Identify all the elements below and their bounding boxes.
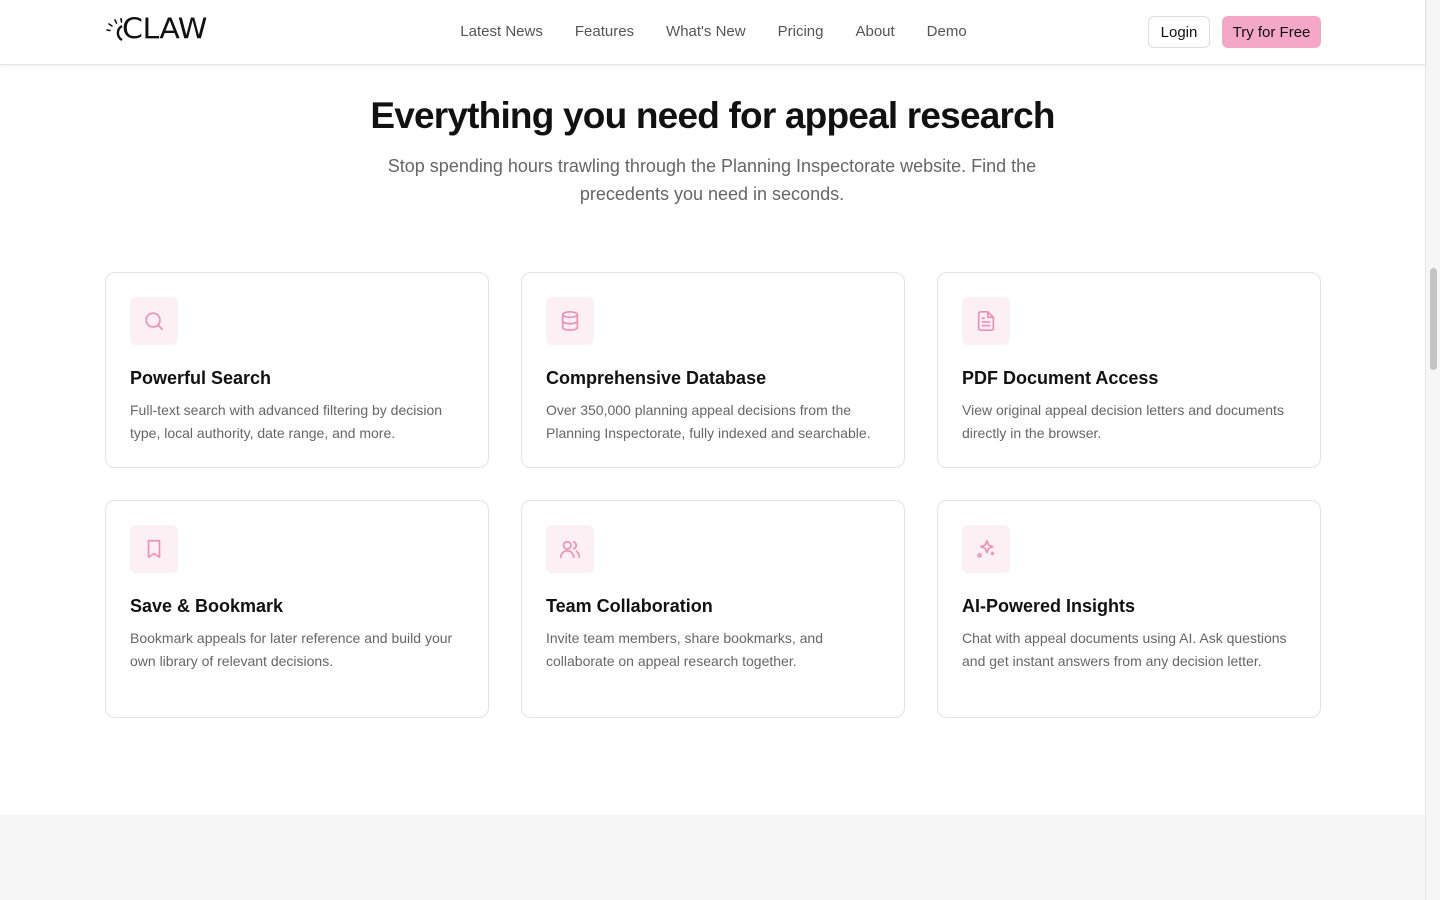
page-scrollbar[interactable]	[1425, 0, 1440, 900]
feature-title: PDF Document Access	[962, 368, 1159, 388]
nav-features[interactable]: Features	[575, 22, 634, 42]
document-icon	[962, 297, 1010, 345]
scrollbar-thumb[interactable]	[1430, 268, 1437, 370]
users-icon	[546, 525, 594, 573]
feature-card-search: Powerful Search Full-text search with ad…	[105, 272, 489, 468]
features-grid: Powerful Search Full-text search with ad…	[105, 272, 1321, 718]
feature-title: Save & Bookmark	[130, 596, 284, 616]
feature-title: Team Collaboration	[546, 596, 713, 616]
feature-title: Comprehensive Database	[546, 368, 767, 388]
feature-description: Over 350,000 planning appeal decisions f…	[546, 402, 871, 441]
sparkles-icon	[962, 525, 1010, 573]
feature-title: Powerful Search	[130, 368, 272, 388]
bookmark-icon	[130, 525, 178, 573]
next-section-band	[0, 814, 1425, 900]
nav-latest-news[interactable]: Latest News	[460, 22, 543, 42]
main-nav: Latest News Features What's New Pricing …	[0, 22, 1425, 42]
site-header: CLAW Latest News Features What's New Pri…	[0, 0, 1425, 65]
section-subtitle: Stop spending hours trawling through the…	[387, 156, 1037, 204]
try-for-free-button[interactable]: Try for Free	[1222, 16, 1321, 48]
feature-description: View original appeal decision letters an…	[962, 402, 1284, 441]
feature-card-team: Team Collaboration Invite team members, …	[521, 500, 905, 718]
feature-title: AI-Powered Insights	[962, 596, 1136, 616]
feature-card-ai: AI-Powered Insights Chat with appeal doc…	[937, 500, 1321, 718]
section-title: Everything you need for appeal research	[370, 95, 1055, 136]
database-icon	[546, 297, 594, 345]
nav-whats-new[interactable]: What's New	[666, 22, 746, 42]
feature-card-database: Comprehensive Database Over 350,000 plan…	[521, 272, 905, 468]
nav-demo[interactable]: Demo	[927, 22, 967, 42]
feature-description: Chat with appeal documents using AI. Ask…	[962, 630, 1287, 669]
feature-card-pdf: PDF Document Access View original appeal…	[937, 272, 1321, 468]
feature-description: Invite team members, share bookmarks, an…	[546, 630, 824, 669]
feature-card-bookmark: Save & Bookmark Bookmark appeals for lat…	[105, 500, 489, 718]
feature-description: Full-text search with advanced filtering…	[130, 402, 443, 441]
search-icon	[130, 297, 178, 345]
nav-pricing[interactable]: Pricing	[778, 22, 824, 42]
nav-about[interactable]: About	[855, 22, 894, 42]
login-button[interactable]: Login	[1148, 16, 1210, 48]
feature-description: Bookmark appeals for later reference and…	[130, 630, 453, 669]
